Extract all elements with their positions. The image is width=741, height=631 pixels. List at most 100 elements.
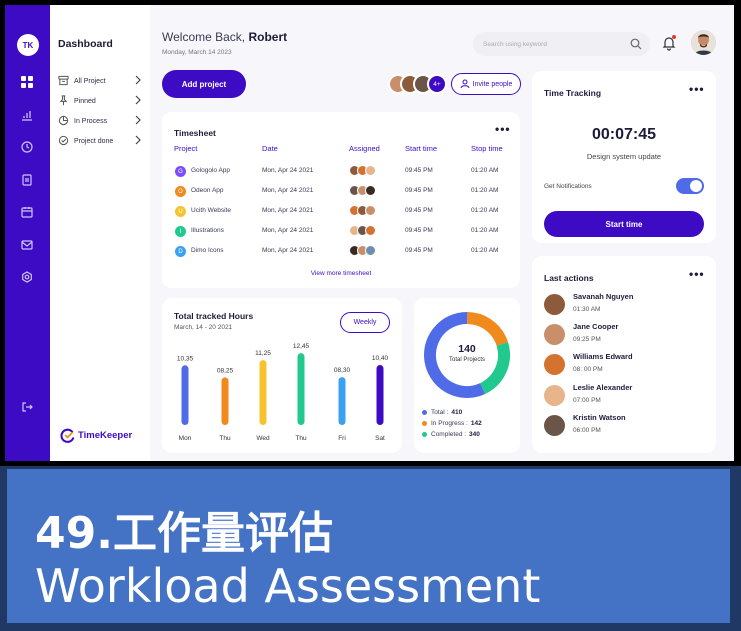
bar-sat [376,365,384,425]
calendar-icon[interactable] [21,205,33,218]
legend-total: Total :410 [422,409,462,416]
nav-item-label: Pinned [74,97,96,105]
brand-logo: TimeKeeper [60,428,132,443]
bar-wed [259,360,267,425]
list-item[interactable]: Savanah Nguyen 01:30 AM [544,292,709,320]
notification-dot [672,35,676,39]
more-options-icon[interactable]: ••• [689,267,705,281]
user-icon [460,79,470,89]
bar-value-label: 12,45 [293,343,310,350]
list-item[interactable]: Williams Edward 08: 00 PM [544,352,709,380]
timesheet-title: Timesheet [174,128,216,138]
bar-value-label: 10,40 [372,355,389,362]
legend-label: Completed : [431,431,467,438]
project-badge: U [175,206,186,217]
more-options-icon[interactable]: ••• [495,122,511,136]
check-circle-icon [58,135,70,147]
time-tracking-title: Time Tracking [544,88,602,98]
list-item[interactable]: Kristin Watson 06:00 PM [544,413,709,441]
last-actions-card: Last actions ••• Savanah Nguyen 01:30 AM … [532,256,716,453]
x-tick-label: Fri [338,435,346,442]
row-date: Mon, Apr 24 2021 [262,187,314,194]
profile-avatar[interactable] [691,30,716,55]
chevron-right-icon [134,135,144,147]
column-header: Date [262,144,278,153]
row-date: Mon, Apr 24 2021 [262,247,314,254]
column-header: Stop time [471,144,503,153]
projects-donut-card: 140 Total Projects Total :410 In Progres… [414,298,520,453]
project-nav: Dashboard All Project Pinned In Process … [50,5,150,461]
more-options-icon[interactable]: ••• [689,82,705,96]
table-row[interactable]: U Ucith Website Mon, Apr 24 2021 09:45 P… [162,203,520,223]
clock-icon[interactable] [21,140,33,153]
projects-donut-chart [424,312,510,398]
table-row[interactable]: G Gologolo App Mon, Apr 24 2021 09:45 PM… [162,163,520,183]
avatar [544,294,565,315]
user-name: Robert [248,30,288,44]
nav-item-label: Project done [74,137,114,145]
project-name: Dimo Icons [191,247,224,254]
legend-value: 340 [469,431,480,438]
action-time: 06:00 PM [573,427,601,434]
chevron-right-icon [134,115,144,127]
app-window: TK Dashboard All Project Pinned In Proce… [5,5,734,461]
user-avatar[interactable]: TK [17,34,39,56]
project-name: Ucith Website [191,207,231,214]
stop-time: 01:20 AM [471,227,499,234]
x-tick-label: Thu [219,435,231,442]
legend-completed: Completed :340 [422,431,480,438]
start-time: 09:45 PM [405,187,433,194]
project-badge: G [175,166,186,177]
nav-title: Dashboard [58,38,113,50]
notifications-toggle[interactable] [676,178,704,194]
table-row[interactable]: D Dimo Icons Mon, Apr 24 2021 09:45 PM 0… [162,243,520,263]
list-item[interactable]: Leslie Alexander 07:00 PM [544,383,709,411]
current-date: Monday, March 14 2023 [162,49,232,56]
nav-item-project-done[interactable]: Project done [58,133,146,149]
nav-item-label: In Process [74,117,108,125]
assigned-avatars [349,245,379,258]
stop-time: 01:20 AM [471,167,499,174]
view-more-timesheet-link[interactable]: View more timesheet [162,270,520,277]
project-badge: O [175,186,186,197]
assigned-avatars [349,205,379,218]
search-input[interactable]: Search using keyword [473,32,650,56]
avatar [544,354,565,375]
more-team-badge[interactable]: 4+ [427,74,447,94]
grid-icon[interactable] [21,75,33,88]
timesheet-card: Timesheet ••• Project Date Assigned Star… [162,112,520,288]
invite-people-button[interactable]: Invite people [451,73,521,95]
mail-icon[interactable] [21,238,33,250]
x-tick-label: Sat [375,435,385,442]
chart-icon[interactable] [21,108,33,121]
table-row[interactable]: O Odeon App Mon, Apr 24 2021 09:45 PM 01… [162,183,520,203]
action-user: Leslie Alexander [573,383,633,392]
x-tick-label: Mon [179,435,192,442]
avatar [544,415,565,436]
search-icon[interactable] [630,38,642,50]
assigned-avatars [349,165,379,178]
last-actions-title: Last actions [544,273,594,283]
table-row[interactable]: I Illustrations Mon, Apr 24 2021 09:45 P… [162,223,520,243]
row-date: Mon, Apr 24 2021 [262,227,314,234]
bar-thu [221,377,229,425]
legend-value: 410 [451,409,463,416]
logout-icon[interactable] [21,400,33,412]
caption-chinese: 49.工作量评估 [35,508,333,559]
nav-item-pinned[interactable]: Pinned [58,93,146,109]
add-project-button[interactable]: Add project [162,70,246,98]
column-header: Assigned [349,144,380,153]
caption-english: Workload Assessment [35,559,541,613]
nav-item-all-project[interactable]: All Project [58,73,146,89]
legend-label: Total : [431,409,449,416]
column-header: Project [174,144,198,153]
list-item[interactable]: Jane Cooper 09:25 PM [544,322,709,350]
start-time-button[interactable]: Start time [544,211,704,237]
bar-fri [338,377,346,425]
bar-value-label: 11,25 [255,350,271,357]
nav-item-in-process[interactable]: In Process [58,113,146,129]
stop-time: 01:20 AM [471,207,499,214]
project-name: Illustrations [191,227,224,234]
document-icon[interactable] [21,173,33,186]
settings-icon[interactable] [21,270,33,283]
